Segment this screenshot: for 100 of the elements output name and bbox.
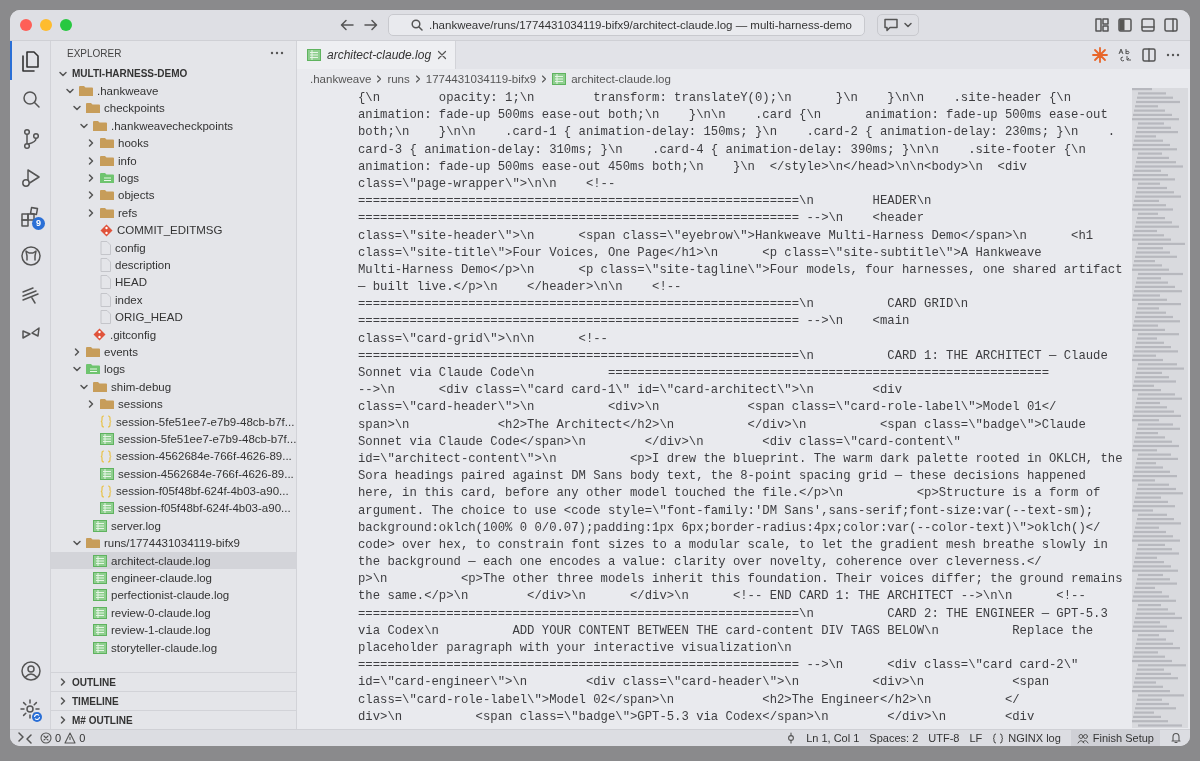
- language-mode[interactable]: NGINX log: [992, 732, 1061, 744]
- chat-button[interactable]: [877, 14, 919, 36]
- status-item[interactable]: LF: [969, 732, 983, 744]
- section-header[interactable]: TIMELINE: [51, 691, 296, 710]
- tree-item[interactable]: hooks: [51, 134, 296, 152]
- bell-icon[interactable]: [1170, 732, 1182, 744]
- log-file-icon: [307, 49, 321, 61]
- sidebar-title: EXPLORER: [67, 47, 122, 59]
- tree-item[interactable]: session-5fe51ee7-e7b9-48cb-b7f...: [51, 430, 296, 448]
- tree-item[interactable]: architect-claude.log: [51, 551, 296, 570]
- tree-item[interactable]: storyteller-claude.log: [51, 638, 296, 657]
- tree-item[interactable]: logs: [51, 360, 296, 379]
- remote-icon[interactable]: [18, 732, 32, 744]
- forward-icon[interactable]: [364, 19, 378, 31]
- tree-item[interactable]: shim-debug: [51, 378, 296, 396]
- tree-item[interactable]: logs: [51, 169, 296, 187]
- tree-item[interactable]: refs: [51, 204, 296, 222]
- breadcrumb-item[interactable]: .hankweave: [310, 72, 372, 85]
- tree-item[interactable]: description: [51, 256, 296, 274]
- section-header[interactable]: OUTLINE: [51, 672, 296, 691]
- tree-item[interactable]: session-4562684e-766f-4626-89...: [51, 447, 296, 465]
- workspace-header[interactable]: MULTI-HARNESS-DEMO: [51, 65, 296, 83]
- folder-icon: [79, 85, 93, 98]
- activity-item[interactable]: 9: [10, 197, 50, 236]
- panel-toggle-icon[interactable]: [1141, 18, 1155, 32]
- folder-icon: [100, 154, 114, 167]
- file-icon: [100, 310, 111, 325]
- code-line: ============================================================\n HEADER\n: [358, 193, 933, 211]
- code-line: {\n opacity: 1;\n transform: translateY(0);\n }\n }\n\n .site-header {\n: [358, 90, 1073, 107]
- tree-item[interactable]: perfectionist-claude.log: [51, 586, 296, 605]
- code-line: ============================================================\n CARD GRID\n: [358, 296, 970, 314]
- log-file-icon: [100, 432, 114, 445]
- braces-icon: [100, 415, 112, 428]
- folder-icon: [93, 119, 107, 132]
- tree-item[interactable]: objects: [51, 186, 296, 205]
- status-item[interactable]: Ln 1, Col 1: [806, 732, 860, 744]
- breadcrumb-item[interactable]: runs: [387, 72, 410, 85]
- code-line: id=\"architect-content\">\n <p>I drew the blueprint. The warm dark palette rooted in OKLCH, the: [358, 450, 1124, 468]
- tree-item[interactable]: HEAD: [51, 273, 296, 292]
- pin-icon[interactable]: [786, 732, 797, 744]
- tree-item[interactable]: sessions: [51, 395, 296, 413]
- code-line: argument. The choice to use <code style=\"font-family:'DM Sans',sans-serif;font-size:var(--text-sm);: [358, 502, 1095, 520]
- tree-item[interactable]: .hankweave: [51, 82, 296, 100]
- code-line: p>\n <p>The other three models inherit this foundation. Their voices differ; the ground remains: [358, 571, 1124, 589]
- tree-item[interactable]: runs/1774431034119-bifx9: [51, 534, 296, 552]
- tree-item[interactable]: COMMIT_EDITMSG: [51, 221, 296, 239]
- log-file-icon: [93, 641, 107, 654]
- folder-icon: [100, 206, 114, 219]
- folder-icon: [86, 345, 100, 358]
- secondary-sidebar-icon[interactable]: [1164, 18, 1178, 32]
- breadcrumb-item[interactable]: architect-claude.log: [552, 72, 671, 85]
- chevron-right-icon: [375, 73, 384, 84]
- tree-item[interactable]: config: [51, 238, 296, 257]
- status-item[interactable]: UTF-8: [928, 732, 960, 744]
- folder-icon: [86, 537, 100, 550]
- code-line: here, in this card, before any other model touched the file.</p>\n <p>Structure is a form of: [358, 485, 1102, 503]
- more-icon[interactable]: [1166, 53, 1180, 57]
- tree-item[interactable]: review-0-claude.log: [51, 604, 296, 622]
- tree-item[interactable]: session-f05f48bf-624f-4b03-a90...: [51, 482, 296, 500]
- back-icon[interactable]: [340, 19, 354, 31]
- tree-item[interactable]: session-f05f48bf-624f-4b03-a90...: [51, 499, 296, 518]
- log-file-icon: [93, 589, 107, 602]
- tree-item[interactable]: index: [51, 291, 296, 309]
- text-compare-icon[interactable]: [1118, 48, 1132, 62]
- tree-item[interactable]: .hankweavecheckpoints: [51, 117, 296, 135]
- problems-button[interactable]: 0 0: [40, 732, 86, 744]
- code-line: card-3 { animation-delay: 310ms; }\n .card-4 { animation-delay: 390ms; }\n\n .site-footer {\n: [358, 141, 1087, 159]
- code-line: code> over hex, to constrain font sizes to a modular scale, to let the gradient mesh breathe slowly in: [358, 536, 1109, 554]
- tree-item[interactable]: engineer-claude.log: [51, 569, 296, 587]
- status-item[interactable]: Spaces: 2: [869, 732, 919, 744]
- command-center[interactable]: .hankweave/runs/1774431034119-bifx9/architect-claude.log — multi-harness-demo: [388, 14, 865, 36]
- tree-item[interactable]: review-1-claude.log: [51, 621, 296, 639]
- tree-item[interactable]: session-5fe51ee7-e7b9-48cb-b7f...: [51, 412, 296, 431]
- log-file-icon: [100, 467, 114, 480]
- close-icon[interactable]: [437, 50, 448, 60]
- code-line: Multi-Harness Demo</p>\n <p class=\"site-tagline\">Four models, four harnesses, one shared artifact: [358, 261, 1124, 279]
- tree-item[interactable]: info: [51, 151, 296, 170]
- code-line: -->\n <div class=\"card card-1\" id=\"card-architect\">\n <div: [358, 382, 903, 400]
- split-editor-icon[interactable]: [1142, 48, 1156, 62]
- code-line: Sonnet via Claude Code\n ============================================================: [358, 365, 1050, 382]
- sidebar-toggle-icon[interactable]: [1118, 18, 1132, 32]
- code-line: id=\"card-engineer\">\n <div class=\"card-header\">\n <div>\n <span: [358, 674, 1050, 692]
- tree-item[interactable]: session-4562684e-766f-4626-89...: [51, 465, 296, 483]
- warning-icon: [64, 732, 77, 744]
- breadcrumb-item[interactable]: 1774431034119-bifx9: [425, 72, 537, 85]
- layout-icon[interactable]: [1095, 18, 1109, 32]
- git-icon: [100, 223, 113, 237]
- finish-setup-button[interactable]: Finish Setup: [1070, 730, 1160, 746]
- tree-item[interactable]: events: [51, 343, 296, 361]
- editor-tab[interactable]: architect-claude.log: [297, 41, 457, 69]
- braces-icon: [100, 449, 112, 463]
- sparkle-icon[interactable]: [1092, 47, 1108, 63]
- tree-item[interactable]: checkpoints: [51, 99, 296, 118]
- tree-item[interactable]: ORIG_HEAD: [51, 308, 296, 326]
- tree-item[interactable]: server.log: [51, 517, 296, 535]
- tree-item[interactable]: .gitconfig: [51, 325, 296, 344]
- log-file-icon: [93, 554, 107, 567]
- file-icon: [100, 258, 111, 272]
- more-icon[interactable]: [270, 51, 284, 55]
- file-icon: [100, 240, 111, 255]
